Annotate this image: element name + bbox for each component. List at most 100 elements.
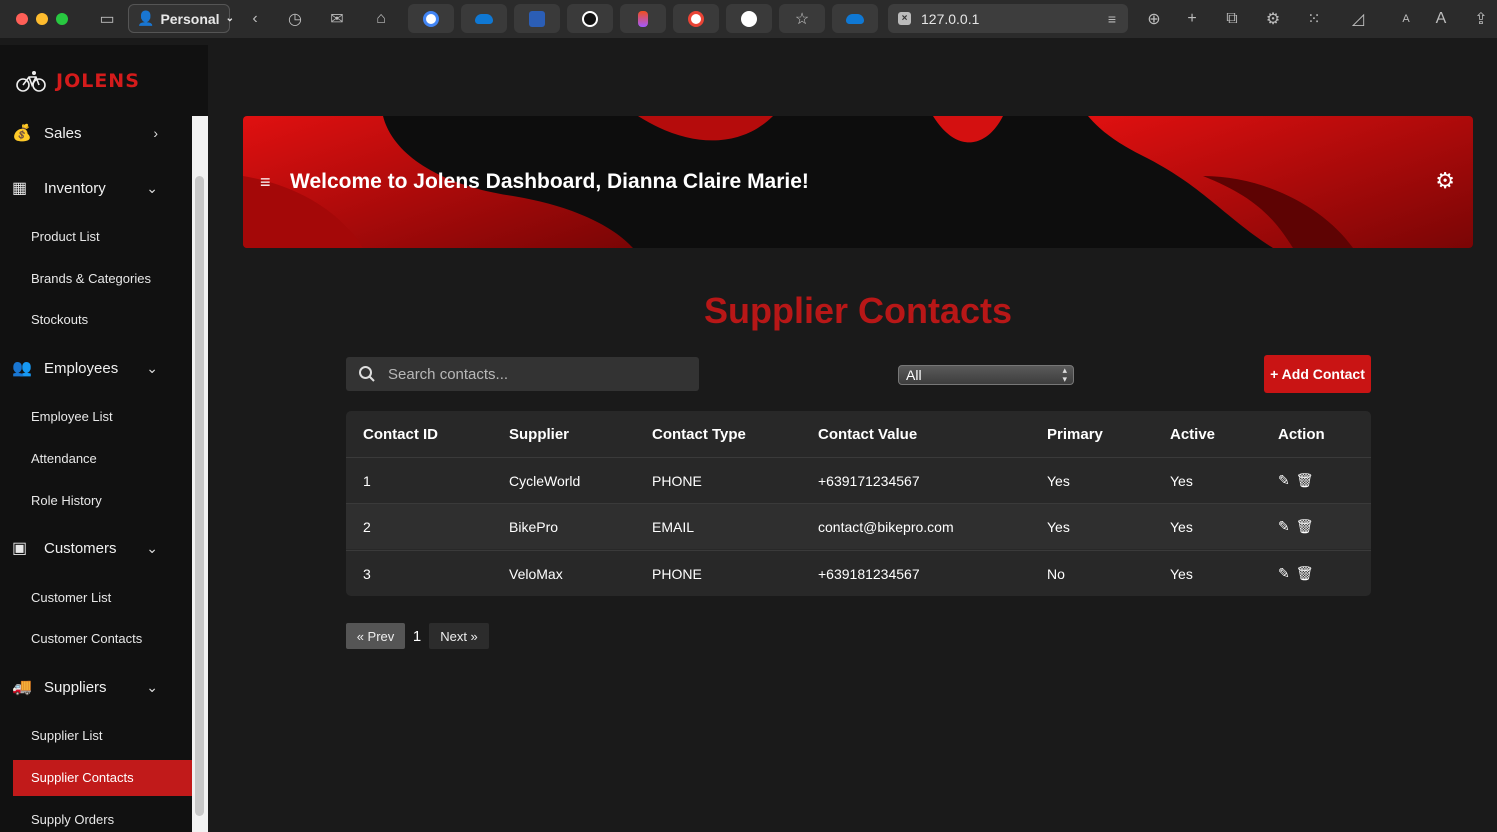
tabs-icon[interactable]: ⧉	[1221, 8, 1243, 30]
browser-toolbar: ▭ 👤 Personal ⌄ ‹ ◷ ✉ ⌂ ☆ × 127.0.0.1 ≡ ⊕…	[0, 0, 1497, 38]
chatgpt-bookmark[interactable]	[567, 4, 613, 33]
mail-icon[interactable]: ✉	[326, 8, 348, 30]
cell-primary: No	[1047, 565, 1065, 582]
profile-label: Personal	[160, 10, 220, 27]
chevron-down-icon: ⌄	[146, 179, 158, 196]
nav-sales-label: Sales	[44, 124, 82, 142]
url-text: 127.0.0.1	[921, 10, 980, 27]
home-icon[interactable]: ⌂	[370, 8, 392, 30]
sidebar-item-stockouts[interactable]: Stockouts	[31, 312, 88, 327]
filter-value: All	[906, 367, 922, 383]
row-actions: ✎ 🗑	[1278, 472, 1314, 489]
current-page: 1	[412, 627, 422, 645]
profile-button[interactable]: 👤 Personal ⌄	[128, 4, 234, 33]
nav-suppliers[interactable]: 🚚 Suppliers ⌄	[12, 672, 172, 702]
prev-page-button[interactable]: « Prev	[346, 623, 405, 649]
grid-icon[interactable]: ⁙	[1303, 8, 1325, 30]
sidebar-item-supplier-contacts[interactable]: Supplier Contacts	[13, 760, 192, 796]
download-icon[interactable]: ⊕	[1143, 8, 1165, 30]
cell-contact-value: +639181234567	[818, 565, 920, 582]
word-icon	[529, 10, 545, 27]
column-header[interactable]: Contact Type	[652, 426, 746, 443]
onedrive-bookmark[interactable]	[461, 4, 507, 33]
nav-inventory[interactable]: ▦ Inventory ⌄	[12, 173, 172, 203]
search-box[interactable]	[346, 357, 699, 391]
google-bookmark-2[interactable]	[673, 4, 719, 33]
chevron-right-icon: ›	[153, 125, 158, 141]
filter-select[interactable]: All ▴ ▾	[898, 365, 1074, 385]
sidebar-item-brands-categories[interactable]: Brands & Categories	[31, 271, 151, 286]
trash-icon[interactable]: 🗑	[1296, 518, 1314, 535]
column-header[interactable]: Contact Value	[818, 426, 917, 443]
nav-inventory-label: Inventory	[44, 179, 106, 197]
chevron-down-icon: ⌄	[146, 539, 158, 556]
edit-icon[interactable]: ✎	[1278, 518, 1290, 535]
cloud-icon	[475, 13, 493, 24]
history-icon[interactable]: ◷	[284, 8, 306, 30]
nav-customers[interactable]: ▣ Customers ⌄	[12, 533, 172, 563]
column-header[interactable]: Primary	[1047, 426, 1103, 443]
cell-supplier: BikePro	[509, 518, 559, 535]
google-icon	[688, 10, 704, 27]
close-window-button[interactable]	[16, 13, 28, 25]
bicycle-icon	[16, 71, 46, 92]
add-contact-button[interactable]: + Add Contact	[1264, 355, 1371, 393]
sidebar-item-supplier-list[interactable]: Supplier List	[31, 728, 103, 743]
cell-contact-type: PHONE	[652, 565, 702, 582]
word-bookmark[interactable]	[514, 4, 560, 33]
sidebar-item-attendance[interactable]: Attendance	[31, 451, 97, 466]
menu-toggle-icon[interactable]: ≡	[260, 172, 271, 193]
sidebar-item-product-list[interactable]: Product List	[31, 229, 100, 244]
chevron-down-icon: ⌄	[225, 13, 234, 24]
window-controls	[16, 13, 68, 25]
brand-name: JOLENS	[56, 70, 140, 92]
chevron-down-icon: ⌄	[146, 359, 158, 376]
sidebar-item-role-history[interactable]: Role History	[31, 493, 102, 508]
address-bar[interactable]: × 127.0.0.1 ≡	[888, 4, 1128, 33]
reader-icon[interactable]: ≡	[1108, 11, 1116, 27]
cell-supplier: VeloMax	[509, 565, 563, 582]
next-page-button[interactable]: Next »	[429, 623, 489, 649]
sidebar-item-customer-list[interactable]: Customer List	[31, 590, 111, 605]
edit-icon[interactable]: ✎	[1278, 565, 1290, 582]
trash-icon[interactable]: 🗑	[1296, 472, 1314, 489]
edit-icon[interactable]: ✎	[1278, 472, 1290, 489]
search-input[interactable]	[388, 365, 688, 383]
gear-icon[interactable]: ⚙	[1435, 168, 1455, 194]
nav-employees[interactable]: 👥 Employees ⌄	[12, 353, 172, 383]
back-icon[interactable]: ‹	[244, 8, 266, 30]
speed-icon[interactable]: ◿	[1347, 8, 1369, 30]
brand-logo[interactable]: JOLENS	[16, 69, 140, 93]
sidebar-scrollbar[interactable]	[192, 116, 208, 832]
nav-sales[interactable]: 💰 Sales ›	[12, 118, 172, 148]
share-icon[interactable]: ⇪	[1470, 8, 1492, 30]
scrollbar-thumb[interactable]	[195, 176, 204, 816]
new-tab-icon[interactable]: +	[1181, 8, 1203, 30]
truck-icon: 🚚	[12, 679, 32, 696]
column-header[interactable]: Contact ID	[363, 426, 438, 443]
column-header[interactable]: Active	[1170, 426, 1215, 443]
table-row: 1 CycleWorld PHONE +639171234567 Yes Yes…	[346, 457, 1371, 503]
address-card-icon: ▣	[12, 540, 28, 557]
minimize-window-button[interactable]	[36, 13, 48, 25]
column-header[interactable]: Supplier	[509, 426, 569, 443]
cell-contact-id: 3	[363, 565, 371, 582]
sidebar-item-customer-contacts[interactable]: Customer Contacts	[31, 631, 142, 646]
chevron-down-icon: ⌄	[146, 678, 158, 695]
text-larger-icon[interactable]: A	[1430, 8, 1452, 30]
google-icon	[423, 10, 439, 27]
google-bookmark[interactable]	[408, 4, 454, 33]
star-bookmark[interactable]: ☆	[779, 4, 825, 33]
sidebar-item-employee-list[interactable]: Employee List	[31, 409, 113, 424]
trash-icon[interactable]: 🗑	[1296, 565, 1314, 582]
sidebar-item-supply-orders[interactable]: Supply Orders	[31, 812, 114, 827]
settings-icon[interactable]: ⚙	[1262, 8, 1284, 30]
github-bookmark[interactable]	[726, 4, 772, 33]
maximize-window-button[interactable]	[56, 13, 68, 25]
onedrive-bookmark-2[interactable]	[832, 4, 878, 33]
sidebar-toggle-icon[interactable]: ▭	[96, 8, 118, 30]
text-smaller-icon[interactable]: A	[1395, 8, 1417, 30]
nav-customers-label: Customers	[44, 539, 117, 557]
cell-supplier: CycleWorld	[509, 472, 581, 489]
figma-bookmark[interactable]	[620, 4, 666, 33]
